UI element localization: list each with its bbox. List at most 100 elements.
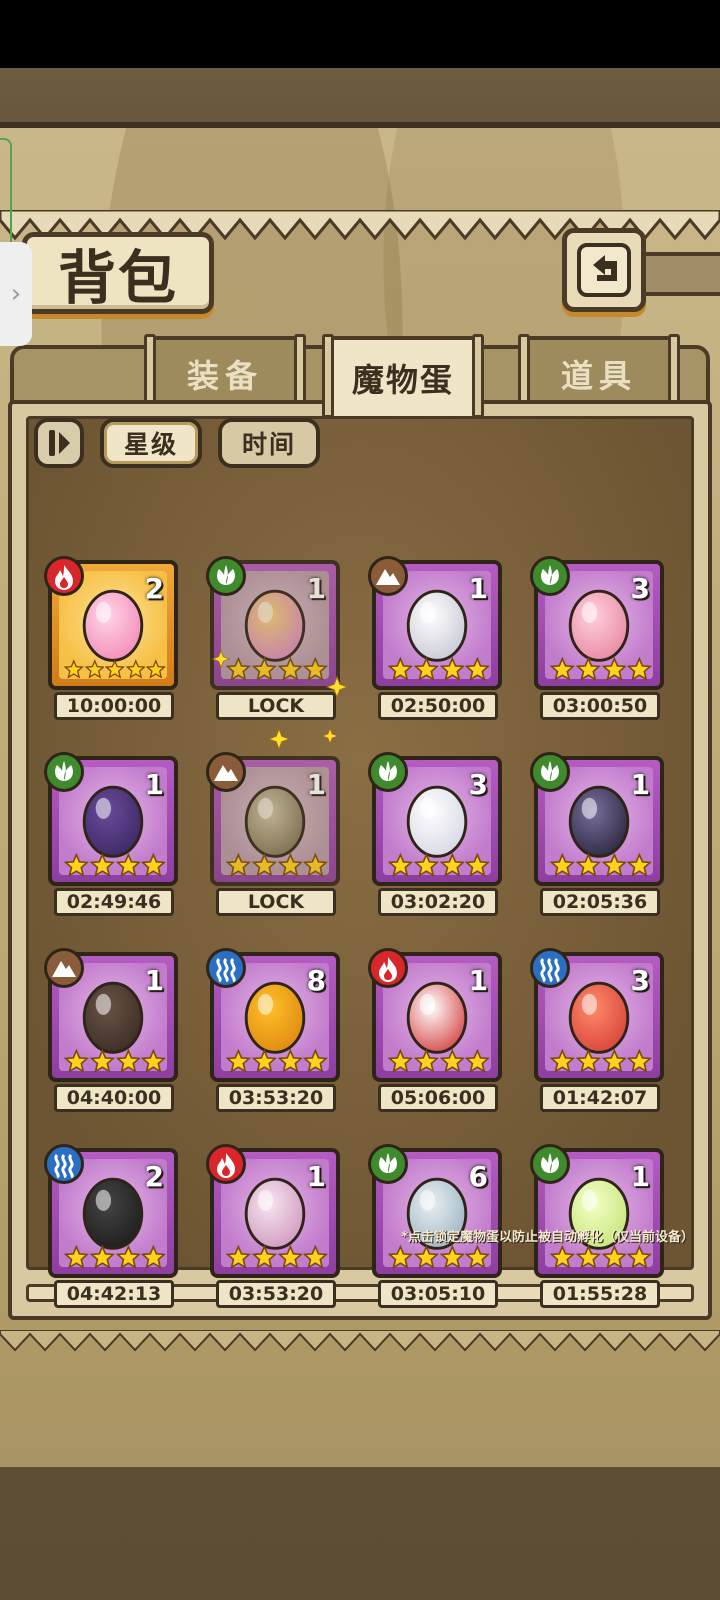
rarity-star-icon <box>627 1049 652 1074</box>
rarity-star-icon <box>413 1245 439 1270</box>
lock-hint-footnote: *点击锁定魔物蛋以防止被自动孵化（仅当前设备） <box>401 1230 694 1245</box>
water-element-icon <box>206 948 246 988</box>
rarity-star-icon <box>303 853 328 878</box>
egg-card[interactable]: 3 01:42:07 <box>530 948 664 1118</box>
egg-card[interactable]: 3 03:00:50 <box>530 556 664 726</box>
rarity-star-icon <box>413 1049 439 1074</box>
egg-count: 8 <box>306 964 326 997</box>
earth-element-icon <box>206 752 246 792</box>
egg-card[interactable]: 1 02:50:00 <box>368 556 502 726</box>
tab-items[interactable]: 道具 <box>518 334 680 418</box>
fire-element-icon <box>206 1144 246 1184</box>
egg-hatch-timer: 02:05:36 <box>540 888 660 916</box>
sort-by-stars-button[interactable]: 星级 <box>100 418 202 468</box>
rarity-star-icon <box>105 659 125 679</box>
rarity-star-icon <box>303 657 328 682</box>
rarity-star-icon <box>601 1245 627 1270</box>
egg-hatch-timer: 03:00:50 <box>540 692 660 720</box>
egg-hatch-timer: 05:06:00 <box>378 1084 498 1112</box>
rarity-star-icon <box>115 1049 141 1074</box>
rarity-star-icon <box>115 1245 141 1270</box>
egg-card[interactable]: 3 03:02:20 <box>368 752 502 922</box>
egg-hatch-timer: 01:55:28 <box>540 1280 660 1308</box>
back-rail <box>640 252 720 296</box>
egg-hatch-timer: 03:02:20 <box>378 888 498 916</box>
egg-stars <box>388 1049 490 1074</box>
sparkle-icon <box>326 676 348 698</box>
rarity-star-icon <box>89 1049 115 1074</box>
earth-element-icon <box>44 948 84 988</box>
egg-count: 1 <box>306 572 326 605</box>
rarity-star-icon <box>575 1049 601 1074</box>
rarity-star-icon <box>388 853 413 878</box>
rarity-star-icon <box>226 853 251 878</box>
egg-stars <box>388 853 490 878</box>
egg-card[interactable]: 8 03:53:20 <box>206 948 340 1118</box>
egg-card[interactable]: 2 04:42:13 <box>44 1144 178 1314</box>
rarity-star-icon <box>550 853 575 878</box>
rarity-star-icon <box>439 1049 465 1074</box>
rarity-star-icon <box>550 657 575 682</box>
egg-stars <box>550 853 652 878</box>
rarity-star-icon <box>141 1245 166 1270</box>
egg-count: 3 <box>630 572 650 605</box>
egg-card[interactable]: 1 LOCK <box>206 556 340 726</box>
side-drawer-handle[interactable]: › <box>0 242 32 346</box>
back-button[interactable] <box>562 228 646 312</box>
egg-lock-label[interactable]: LOCK <box>216 692 336 720</box>
rarity-star-icon <box>251 853 277 878</box>
rarity-star-icon <box>550 1245 575 1270</box>
sort-order-toggle[interactable] <box>34 418 84 468</box>
tab-monster-eggs-label: 魔物蛋 <box>351 361 454 399</box>
fire-element-icon <box>368 948 408 988</box>
egg-count: 1 <box>630 1160 650 1193</box>
egg-card[interactable]: 1 05:06:00 <box>368 948 502 1118</box>
tab-monster-eggs[interactable]: 魔物蛋 <box>322 334 484 418</box>
egg-stars <box>64 853 166 878</box>
rarity-star-icon <box>575 657 601 682</box>
earth-element-icon <box>368 556 408 596</box>
egg-count: 1 <box>630 768 650 801</box>
tab-equipment-label: 装备 <box>186 357 263 395</box>
rarity-star-icon <box>627 1245 652 1270</box>
egg-hatch-timer: 03:05:10 <box>378 1280 498 1308</box>
tab-equipment[interactable]: 装备 <box>144 334 306 418</box>
sort-by-time-label: 时间 <box>241 430 296 459</box>
egg-stars <box>64 1245 166 1270</box>
rarity-star-icon <box>439 1245 465 1270</box>
sort-by-time-button[interactable]: 时间 <box>218 418 320 468</box>
egg-stars <box>226 1245 328 1270</box>
egg-stars <box>226 1049 328 1074</box>
egg-card[interactable]: 1 02:49:46 <box>44 752 178 922</box>
egg-card[interactable]: 1 02:05:36 <box>530 752 664 922</box>
rarity-star-icon <box>575 853 601 878</box>
rarity-star-icon <box>141 1049 166 1074</box>
leaf-element-icon <box>530 1144 570 1184</box>
egg-lock-label[interactable]: LOCK <box>216 888 336 916</box>
rarity-star-icon <box>465 1245 490 1270</box>
egg-stars <box>388 657 490 682</box>
rarity-star-icon <box>64 1049 89 1074</box>
egg-card[interactable]: 1 04:40:00 <box>44 948 178 1118</box>
leaf-element-icon <box>368 752 408 792</box>
sort-by-stars-label: 星级 <box>123 430 178 459</box>
rarity-star-icon <box>601 1049 627 1074</box>
fire-element-icon <box>44 556 84 596</box>
egg-hatch-timer: 01:42:07 <box>540 1084 660 1112</box>
rarity-star-icon <box>277 1245 303 1270</box>
egg-hatch-timer: 02:50:00 <box>378 692 498 720</box>
rarity-star-icon <box>89 853 115 878</box>
rarity-star-icon <box>64 659 84 679</box>
egg-card[interactable]: 1 LOCK <box>206 752 340 922</box>
egg-card[interactable]: 2 10:00:00 <box>44 556 178 726</box>
egg-count: 3 <box>468 768 488 801</box>
egg-hatch-timer: 10:00:00 <box>54 692 174 720</box>
rarity-star-icon <box>89 1245 115 1270</box>
egg-hatch-timer: 04:40:00 <box>54 1084 174 1112</box>
rarity-star-icon <box>439 657 465 682</box>
egg-hatch-timer: 04:42:13 <box>54 1280 174 1308</box>
rarity-star-icon <box>141 853 166 878</box>
leaf-element-icon <box>206 556 246 596</box>
rarity-star-icon <box>251 1049 277 1074</box>
egg-card[interactable]: 1 03:53:20 <box>206 1144 340 1314</box>
